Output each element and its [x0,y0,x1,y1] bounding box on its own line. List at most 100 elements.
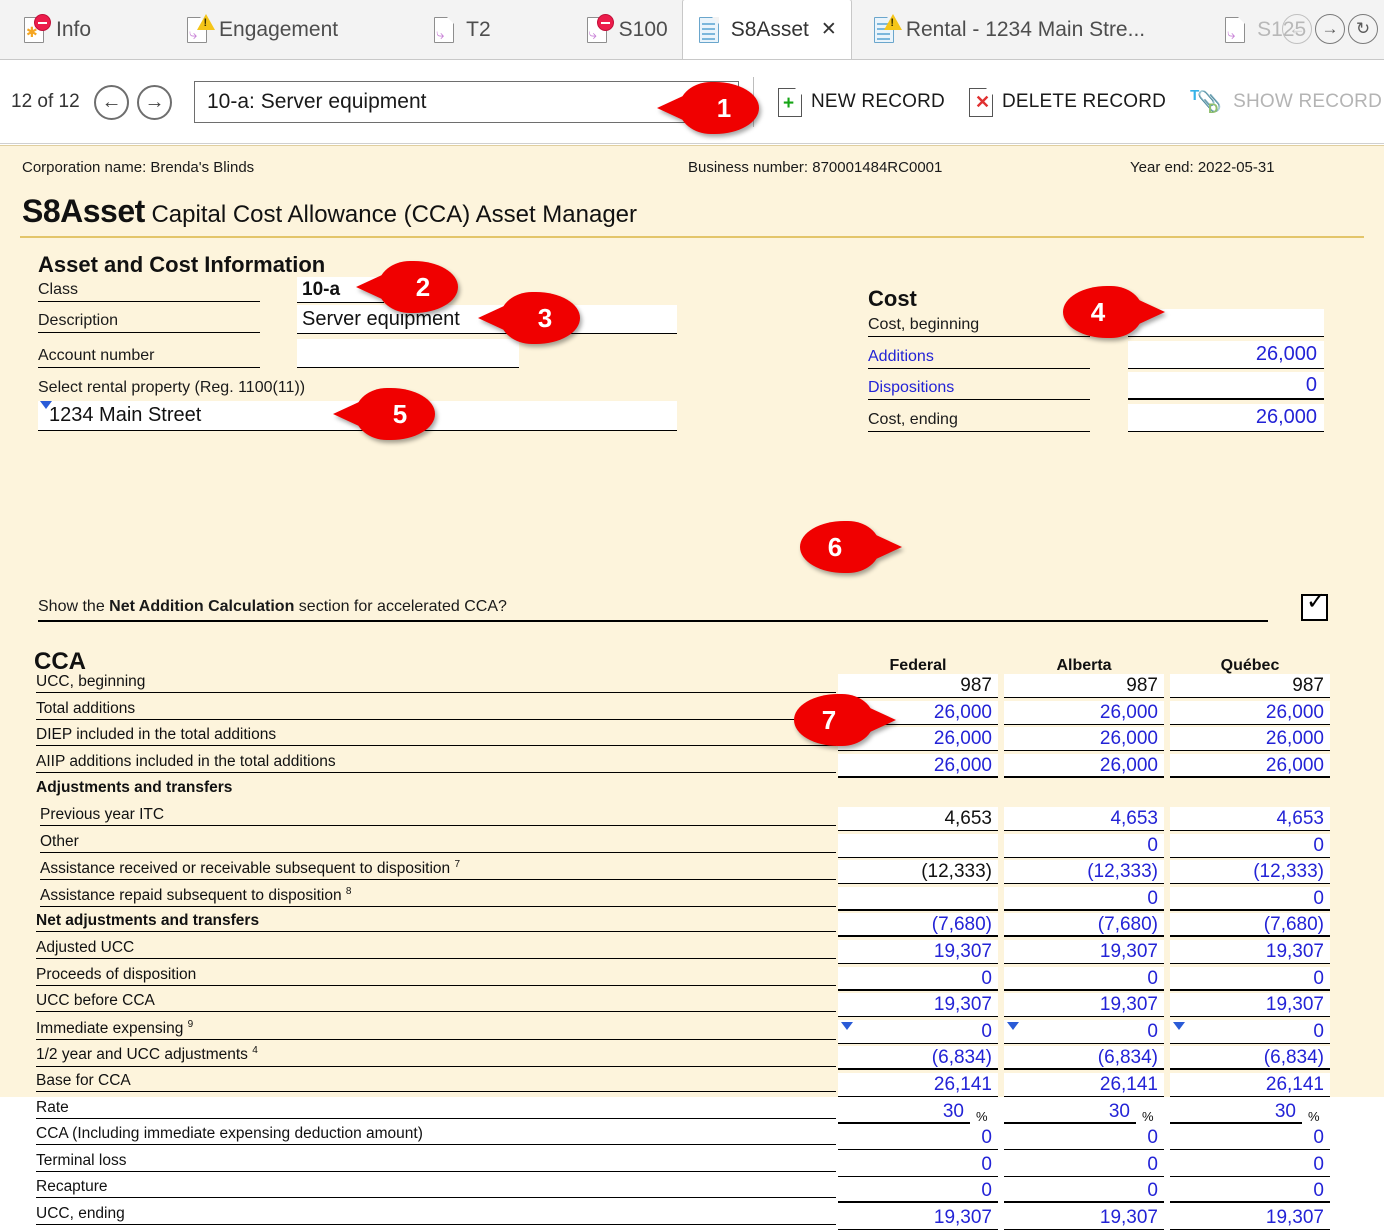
cca-cell-r19-c0[interactable]: 0 [838,1179,998,1204]
cca-cell-r14-c2[interactable]: (6,834) [1170,1046,1330,1071]
cca-cell-r18-c1[interactable]: 0 [1004,1152,1164,1177]
cell-dropdown-marker-icon-0[interactable] [841,1021,853,1030]
tab-label: S100 [618,17,668,41]
cca-cell-r5-c1[interactable]: 4,653 [1004,807,1164,831]
cca-cell-r7-c2[interactable]: (12,333) [1170,860,1330,885]
tab-refresh-icon[interactable]: ↻ [1348,14,1378,44]
cca-cell-r20-c1[interactable]: 19,307 [1004,1206,1164,1230]
cca-cell-r6-c1[interactable]: 0 [1004,833,1164,858]
cca-cell-r0-c2[interactable]: 987 [1170,674,1330,698]
cca-cell-r14-c1[interactable]: (6,834) [1004,1046,1164,1071]
description-label: Description [38,312,260,333]
cca-cell-r9-c2[interactable]: (7,680) [1170,913,1330,938]
cca-cell-r3-c0[interactable]: 26,000 [838,753,998,778]
cca-cell-r12-c0[interactable]: 19,307 [838,993,998,1018]
cca-cell-r17-c0[interactable]: 0 [838,1126,998,1151]
tab-nav-buttons: ← → ↻ [1282,14,1378,44]
cca-cell-r10-c1[interactable]: 19,307 [1004,940,1164,964]
cca-cell-r2-c2[interactable]: 26,000 [1170,727,1330,752]
cca-cell-r1-c1[interactable]: 26,000 [1004,700,1164,725]
cca-cell-r11-c1[interactable]: 0 [1004,966,1164,991]
cca-row-label-8: Assistance repaid subsequent to disposit… [40,886,836,907]
cca-cell-r13-c2[interactable]: 0 [1170,1019,1330,1044]
cca-cell-r17-c2[interactable]: 0 [1170,1126,1330,1151]
form-sheet: Corporation name: Brenda's Blinds Busine… [0,145,1384,1230]
cca-cell-r16-c2[interactable]: 30 [1170,1099,1302,1124]
cca-cell-r9-c1[interactable]: (7,680) [1004,913,1164,938]
cca-row-label-12: UCC before CCA [36,992,836,1013]
cca-cell-r11-c0[interactable]: 0 [838,966,998,991]
cost-value-1[interactable]: 26,000 [1128,341,1324,369]
error-badge-icon [34,13,51,31]
cca-cell-r16-c0[interactable]: 30 [838,1099,970,1124]
cca-cell-r3-c1[interactable]: 26,000 [1004,753,1164,778]
tab-close-icon[interactable]: ✕ [821,18,837,41]
cca-cell-r12-c1[interactable]: 19,307 [1004,993,1164,1018]
cca-cell-r20-c2[interactable]: 19,307 [1170,1206,1330,1230]
delete-record-label: DELETE RECORD [1001,91,1167,112]
cca-cell-r8-c1[interactable]: 0 [1004,886,1164,911]
cca-cell-r16-c1[interactable]: 30 [1004,1099,1136,1124]
percent-sign-1: % [1142,1108,1154,1124]
cca-cell-r8-c2[interactable]: 0 [1170,886,1330,911]
delete-record-button[interactable]: ✕ DELETE RECORD [968,87,1167,117]
cell-dropdown-marker-icon-2[interactable] [1173,1021,1185,1030]
tab-rental-1234-main-stre[interactable]: Rental - 1234 Main Stre... [858,0,1159,59]
cca-cell-r0-c1[interactable]: 987 [1004,674,1164,698]
cca-cell-r1-c2[interactable]: 26,000 [1170,700,1330,725]
cca-row-label-3: AIIP additions included in the total add… [36,753,836,773]
cca-row-label-18: Terminal loss [36,1152,836,1172]
cca-cell-r2-c1[interactable]: 26,000 [1004,727,1164,752]
show-record-button[interactable]: T 📎 D SHOW RECORD [1190,87,1382,117]
tab-engagement[interactable]: ⤷Engagement [171,0,352,59]
cca-cell-r17-c1[interactable]: 0 [1004,1126,1164,1151]
cca-row-label-4: Adjustments and transfers [36,779,233,797]
cca-cell-r15-c1[interactable]: 26,141 [1004,1073,1164,1097]
cca-cell-r10-c2[interactable]: 19,307 [1170,940,1330,964]
previous-record-button[interactable]: ← [94,84,129,120]
tab-forward-button[interactable]: → [1315,14,1345,44]
cca-cell-r6-c2[interactable]: 0 [1170,833,1330,858]
cca-cell-r19-c2[interactable]: 0 [1170,1179,1330,1204]
cca-row-label-11: Proceeds of disposition [36,966,836,986]
cca-cell-r8-c0[interactable] [838,886,998,911]
cca-cell-r13-c1[interactable]: 0 [1004,1019,1164,1044]
cost-label-2[interactable]: Dispositions [868,379,1090,400]
cca-cell-r3-c2[interactable]: 26,000 [1170,753,1330,778]
next-record-button[interactable]: → [137,84,172,120]
net-addition-checkbox[interactable]: ✓ [1301,590,1328,621]
tab-s8asset[interactable]: S8Asset ✕ [681,0,852,59]
cca-row-label-13: Immediate expensing 9 [36,1019,836,1040]
cca-cell-r5-c2[interactable]: 4,653 [1170,807,1330,831]
document-arrow-icon: ⤷ [585,13,614,45]
cca-cell-r12-c2[interactable]: 19,307 [1170,993,1330,1018]
cca-cell-r11-c2[interactable]: 0 [1170,966,1330,991]
account-number-input[interactable] [297,339,519,368]
cost-value-3[interactable]: 26,000 [1128,404,1324,432]
cca-cell-r20-c0[interactable]: 19,307 [838,1206,998,1230]
new-record-button[interactable]: + NEW RECORD [778,87,945,117]
tab-back-button[interactable]: ← [1282,14,1312,44]
tab-label: T2 [466,17,491,41]
tab-info[interactable]: ✱ Info [8,0,105,59]
cca-cell-r5-c0[interactable]: 4,653 [838,807,998,831]
cca-cell-r15-c0[interactable]: 26,141 [838,1073,998,1097]
cca-cell-r6-c0[interactable] [838,833,998,858]
cca-cell-r18-c2[interactable]: 0 [1170,1152,1330,1177]
cca-row-label-15: Base for CCA [36,1072,836,1092]
cell-dropdown-marker-icon-1[interactable] [1007,1021,1019,1030]
cca-cell-r19-c1[interactable]: 0 [1004,1179,1164,1204]
cca-cell-r15-c2[interactable]: 26,141 [1170,1073,1330,1097]
cca-cell-r10-c0[interactable]: 19,307 [838,940,998,964]
cca-cell-r14-c0[interactable]: (6,834) [838,1046,998,1071]
tab-t2[interactable]: ⤷ T2 [418,0,505,59]
cca-cell-r9-c0[interactable]: (7,680) [838,913,998,938]
cca-cell-r7-c0[interactable]: (12,333) [838,860,998,885]
cca-cell-r7-c1[interactable]: (12,333) [1004,860,1164,885]
cost-label-1[interactable]: Additions [868,348,1090,369]
cost-value-2[interactable]: 0 [1128,372,1324,400]
tab-s100[interactable]: ⤷ S100 [571,0,682,59]
cca-cell-r18-c0[interactable]: 0 [838,1152,998,1177]
cca-cell-r13-c0[interactable]: 0 [838,1019,998,1044]
form-meta-row: Corporation name: Brenda's Blinds Busine… [0,146,1384,186]
